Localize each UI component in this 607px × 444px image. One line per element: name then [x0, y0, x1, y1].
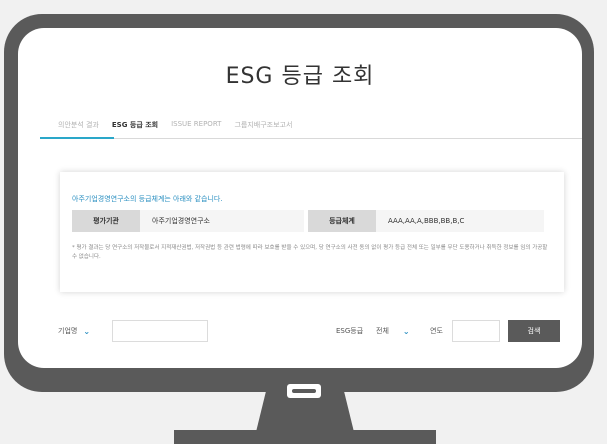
year-input[interactable]: [452, 320, 500, 342]
chevron-down-icon: ⌄: [83, 326, 91, 336]
chevron-down-icon: ⌄: [402, 326, 410, 336]
tab-bar: 의안분석 결과 ESG 등급 조회 ISSUE REPORT 그룹지배구조보고서: [58, 120, 292, 130]
esg-grade-label: ESG등급: [336, 327, 364, 335]
evaluator-value: 아주기업경영연구소: [140, 210, 304, 232]
tab-issue-report[interactable]: ISSUE REPORT: [171, 120, 221, 130]
tab-analysis-result[interactable]: 의안분석 결과: [58, 120, 99, 130]
grade-system-info: 아주기업경영연구소의 등급체계는 아래와 같습니다. 평가기관 아주기업경영연구…: [60, 172, 564, 292]
monitor-stand-base: [174, 430, 436, 444]
grade-system-value: AAA,AA,A,BBB,BB,B,C: [376, 210, 544, 232]
monitor-screen: ESG 등급 조회 의안분석 결과 ESG 등급 조회 ISSUE REPORT…: [18, 28, 582, 368]
tab-divider: [40, 138, 582, 139]
company-type-label: 기업명: [58, 327, 78, 335]
info-table-row: 평가기관 아주기업경영연구소 등급체계 AAA,AA,A,BBB,BB,B,C: [72, 210, 544, 232]
company-search-input[interactable]: [112, 320, 208, 342]
company-type-select[interactable]: 기업명 ⌄: [58, 320, 108, 342]
evaluator-label: 평가기관: [72, 210, 140, 232]
search-button[interactable]: 검색: [508, 320, 560, 342]
year-label: 연도: [430, 327, 443, 335]
copyright-note: * 평가 결과는 당 연구소의 저작물로서 지적재산권법, 저작권법 등 관련 …: [72, 245, 548, 260]
info-heading: 아주기업경영연구소의 등급체계는 아래와 같습니다.: [72, 195, 223, 203]
monitor-stand-neck: [256, 392, 354, 432]
tab-esg-grade[interactable]: ESG 등급 조회: [112, 120, 158, 130]
search-bar: 기업명 ⌄ ESG등급 전체 ⌄ 연도 검색: [18, 320, 582, 342]
page-title: ESG 등급 조회: [225, 64, 375, 89]
esg-grade-select-value: 전체: [376, 327, 389, 335]
esg-grade-select[interactable]: 전체 ⌄: [370, 320, 422, 342]
tab-group-governance-report[interactable]: 그룹지배구조보고서: [234, 120, 292, 130]
monitor-power-slot: [292, 389, 316, 393]
tab-active-indicator: [40, 137, 114, 139]
grade-system-label: 등급체계: [308, 210, 376, 232]
